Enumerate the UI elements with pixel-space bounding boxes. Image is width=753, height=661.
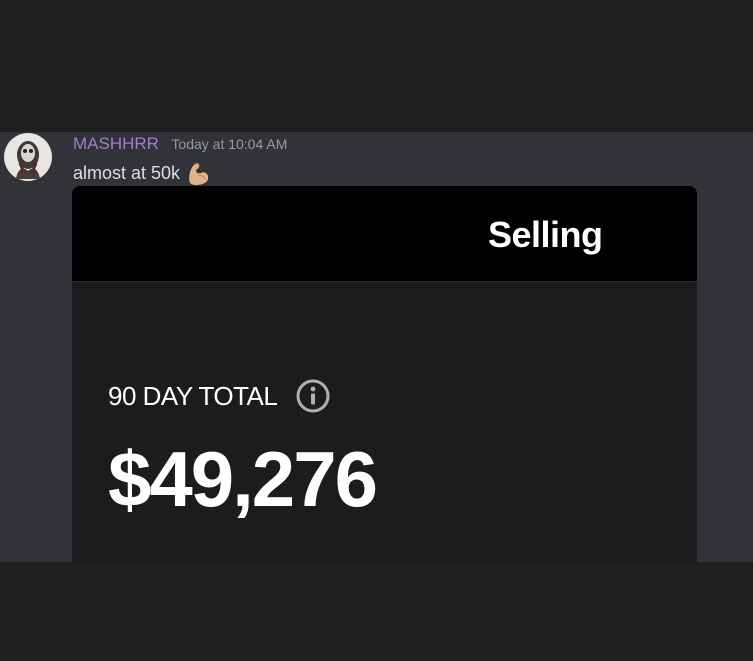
- flexed-biceps-emoji-icon: [184, 159, 212, 187]
- message-header: MASHHRR Today at 10:04 AM: [73, 134, 287, 154]
- avatar-image: [4, 133, 52, 181]
- message-text: almost at 50k: [73, 162, 181, 183]
- attachment-header: Selling: [72, 186, 697, 282]
- message-content: almost at 50k: [73, 159, 212, 187]
- chat-message-area: MASHHRR Today at 10:04 AM almost at 50k …: [0, 132, 753, 562]
- bottom-letterbox: [0, 562, 753, 661]
- attachment-title: Selling: [488, 214, 603, 255]
- total-value: $49,276: [108, 435, 378, 523]
- image-attachment[interactable]: Selling 90 DAY TOTAL $49,276: [72, 186, 697, 562]
- period-total-label: 90 DAY TOTAL: [108, 380, 278, 411]
- message-timestamp: Today at 10:04 AM: [171, 136, 288, 152]
- username[interactable]: MASHHRR: [73, 134, 159, 153]
- top-letterbox: [0, 0, 753, 132]
- screenshot-frame: MASHHRR Today at 10:04 AM almost at 50k …: [0, 0, 753, 661]
- total-label-row: 90 DAY TOTAL: [108, 378, 331, 414]
- avatar[interactable]: [4, 133, 52, 181]
- info-icon: [295, 378, 331, 414]
